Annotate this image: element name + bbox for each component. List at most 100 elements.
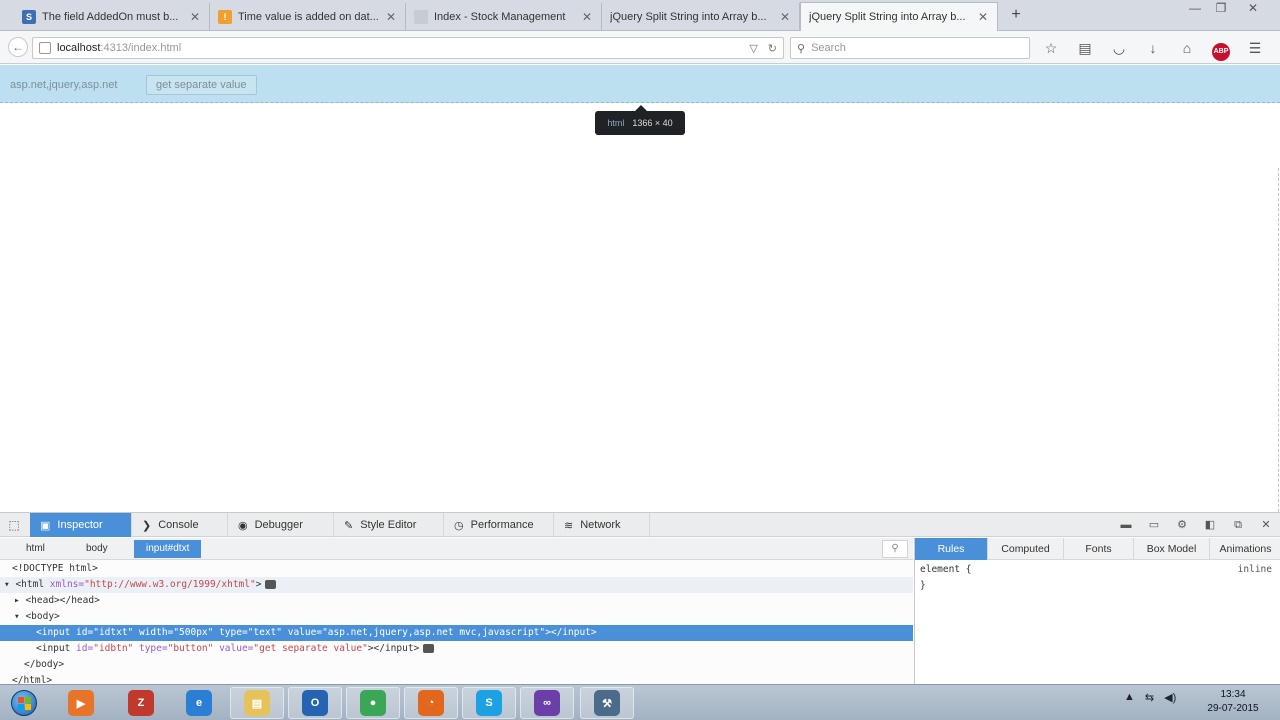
- expand-arrow-icon[interactable]: ▸: [14, 595, 25, 606]
- visual-studio-icon: ∞: [534, 690, 560, 716]
- close-tab-icon[interactable]: ✕: [385, 10, 397, 24]
- inspector-tooltip: html 1366 × 40: [595, 105, 685, 135]
- undock-icon[interactable]: ⧉: [1230, 516, 1246, 534]
- adblock-icon[interactable]: ABP: [1210, 37, 1232, 61]
- tab-rules[interactable]: Rules: [915, 538, 988, 560]
- search-bar[interactable]: ⚲ Search: [790, 37, 1030, 59]
- taskbar-app-visual-studio[interactable]: ∞: [520, 687, 574, 719]
- tab-performance[interactable]: ◷ Performance: [444, 513, 554, 537]
- network-tray-icon[interactable]: ⇆: [1145, 691, 1154, 704]
- collapse-arrow-icon[interactable]: ▾: [4, 579, 15, 590]
- responsive-design-icon[interactable]: ▭: [1146, 516, 1162, 534]
- attr-name: width=: [138, 627, 174, 638]
- browser-tab-4[interactable]: jQuery Split String into Array b... ✕: [602, 3, 800, 31]
- collapse-arrow-icon[interactable]: ▾: [14, 611, 25, 622]
- breadcrumb-body[interactable]: body: [74, 540, 120, 558]
- close-window-button[interactable]: ✕: [1240, 0, 1266, 18]
- download-icon[interactable]: ↓: [1142, 37, 1164, 59]
- firefox-icon: ◔: [418, 690, 444, 716]
- browser-tab-1[interactable]: S The field AddedOn must b... ✕: [14, 3, 210, 31]
- breadcrumb: html body input#dtxt ⚲: [0, 538, 913, 560]
- debugger-icon: ◉: [238, 519, 248, 532]
- start-button[interactable]: [6, 687, 42, 719]
- attr-value: "500px": [173, 627, 220, 638]
- browser-tab-5-active[interactable]: jQuery Split String into Array b... ✕: [800, 2, 998, 31]
- tab-title: The field AddedOn must b...: [42, 11, 179, 23]
- clipboard-icon[interactable]: ▤: [1074, 37, 1096, 59]
- tab-debugger[interactable]: ◉ Debugger: [228, 513, 334, 537]
- markup-body-close[interactable]: </body>: [0, 657, 913, 673]
- back-arrow-icon[interactable]: ←: [8, 37, 28, 57]
- rule-source: inline: [1237, 564, 1272, 575]
- system-clock[interactable]: 13:34 29-07-2015: [1198, 688, 1268, 716]
- markup-body-node[interactable]: ▾ <body>: [0, 609, 913, 625]
- body-open-text: <body>: [25, 611, 60, 622]
- search-markup-icon[interactable]: ⚲: [882, 540, 908, 558]
- event-badge-icon[interactable]: [423, 644, 435, 653]
- markup-head-node[interactable]: ▸ <head></head>: [0, 593, 913, 609]
- element-picker-icon[interactable]: ⬚: [6, 517, 22, 533]
- hamburger-menu-icon[interactable]: ☰: [1244, 37, 1266, 59]
- tab-label: Inspector: [57, 519, 103, 531]
- bookmark-star-icon[interactable]: ☆: [1040, 37, 1062, 59]
- taskbar-app-skype[interactable]: S: [462, 687, 516, 719]
- filezilla-icon: Z: [128, 690, 154, 716]
- attr-name: value=: [287, 627, 323, 638]
- taskbar-app-internet-explorer[interactable]: e: [172, 687, 226, 719]
- split-console-icon[interactable]: ▬: [1118, 516, 1134, 534]
- browser-tab-2[interactable]: ! Time value is added on dat... ✕: [210, 3, 406, 31]
- close-tab-icon[interactable]: ✕: [779, 10, 791, 24]
- event-badge-icon[interactable]: [265, 580, 277, 589]
- new-tab-button[interactable]: +: [1006, 5, 1026, 25]
- taskbar-app-filezilla[interactable]: Z: [114, 687, 168, 719]
- taskbar-app-chrome[interactable]: ●: [346, 687, 400, 719]
- tab-console[interactable]: ❯ Console: [132, 513, 228, 537]
- settings-gear-icon[interactable]: ⚙: [1174, 516, 1190, 534]
- console-icon: ❯: [142, 519, 152, 532]
- rule-selector[interactable]: element {: [920, 564, 971, 575]
- tab-style-editor[interactable]: ✎ Style Editor: [334, 513, 444, 537]
- close-tab-icon[interactable]: ✕: [189, 10, 201, 24]
- markup-doctype[interactable]: <!DOCTYPE html>: [0, 561, 913, 577]
- reload-icon[interactable]: ↻: [768, 42, 777, 55]
- outlook-icon: O: [302, 690, 328, 716]
- show-hidden-icons-icon[interactable]: ▲: [1124, 691, 1135, 704]
- dropdown-icon[interactable]: ▽: [749, 42, 757, 55]
- close-devtools-icon[interactable]: ✕: [1258, 516, 1274, 534]
- page-info-icon[interactable]: [39, 42, 51, 54]
- volume-icon[interactable]: ◀): [1164, 691, 1176, 704]
- devtools-toolbar: ⬚ ▣ Inspector ❯ Console ◉ Debugger ✎ Sty…: [0, 513, 1280, 537]
- tab-animations[interactable]: Animations: [1210, 538, 1280, 560]
- home-icon[interactable]: ⌂: [1176, 37, 1198, 59]
- url-bar[interactable]: localhost:4313/index.html ▽ ↻: [32, 37, 784, 59]
- inspector-icon: ▣: [40, 519, 51, 532]
- tab-fonts[interactable]: Fonts: [1064, 538, 1134, 560]
- markup-html-node[interactable]: ▾ <html xmlns="http://www.w3.org/1999/xh…: [0, 577, 913, 593]
- markup-input-button-node[interactable]: <input id="idbtn" type="button" value="g…: [0, 641, 913, 657]
- attr-name: value=: [219, 643, 254, 654]
- get-separate-value-button[interactable]: get separate value: [146, 75, 257, 95]
- taskbar-app-tool[interactable]: ⚒: [580, 687, 634, 719]
- tab-box-model[interactable]: Box Model: [1134, 538, 1210, 560]
- taskbar-app-firefox[interactable]: ◔: [404, 687, 458, 719]
- taskbar-app-file-explorer[interactable]: ▤: [230, 687, 284, 719]
- attr-name: xmlns=: [49, 579, 85, 590]
- breadcrumb-html[interactable]: html: [14, 540, 57, 558]
- url-host: localhost: [57, 42, 101, 54]
- minimize-button[interactable]: —: [1182, 0, 1208, 18]
- breadcrumb-input[interactable]: input#dtxt: [134, 540, 202, 558]
- browser-tab-3[interactable]: Index - Stock Management ✕: [406, 3, 602, 31]
- close-tab-icon[interactable]: ✕: [977, 10, 989, 24]
- markup-input-text-node-selected[interactable]: <input id="idtxt" width="500px" type="te…: [0, 625, 913, 641]
- page-text-input-value[interactable]: asp.net,jquery,asp.net: [10, 79, 117, 91]
- taskbar-app-outlook[interactable]: O: [288, 687, 342, 719]
- tab-inspector[interactable]: ▣ Inspector: [30, 513, 132, 537]
- close-tab-icon[interactable]: ✕: [581, 10, 593, 24]
- pocket-icon[interactable]: ◡: [1108, 37, 1130, 59]
- taskbar-app-media-player[interactable]: ▶: [54, 687, 108, 719]
- tab-computed[interactable]: Computed: [988, 538, 1064, 560]
- maximize-button[interactable]: ❐: [1208, 0, 1234, 18]
- attr-value: "get separate value": [253, 643, 368, 654]
- dock-side-icon[interactable]: ◧: [1202, 516, 1218, 534]
- tab-network[interactable]: ≋ Network: [554, 513, 650, 537]
